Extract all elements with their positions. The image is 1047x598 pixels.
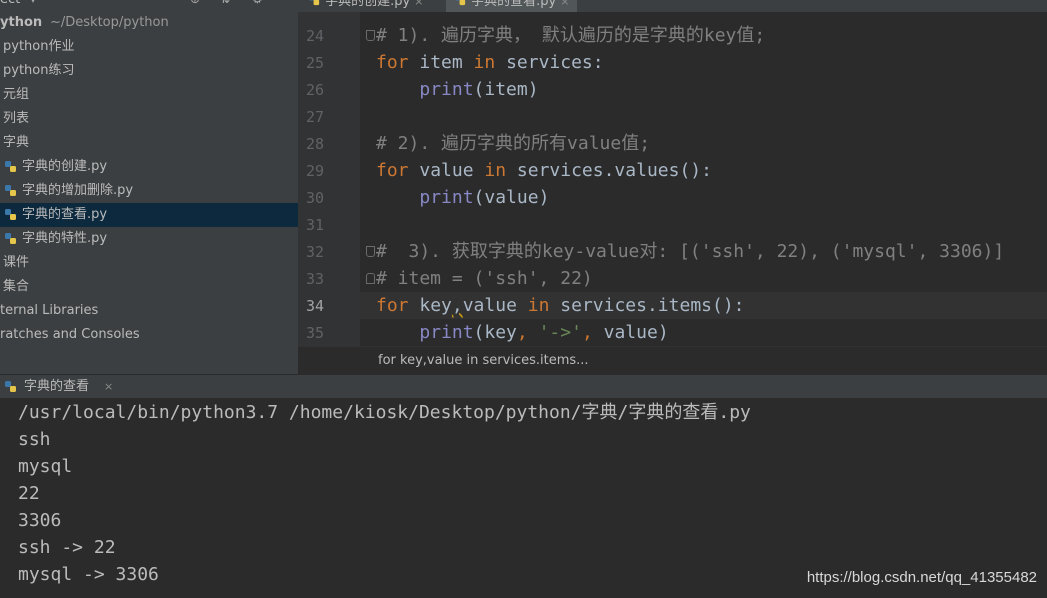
code-line: # 1). 遍历字典， 默认遍历的是字典的key值; [376, 25, 766, 46]
code-line: # 2). 遍历字典的所有value值; [376, 133, 651, 154]
fold-marker[interactable] [366, 246, 375, 257]
collapse-icon[interactable]: ⇅ [220, 0, 230, 6]
code-line: for value in services.values(): [376, 160, 712, 181]
tree-item-label: 字典的查看.py [22, 207, 108, 222]
tree-item-file[interactable]: 字典的创建.py [0, 155, 298, 179]
console-line: 3306 [18, 510, 62, 531]
project-root[interactable]: ython ~/Desktop/python [0, 11, 298, 35]
tree-item-label: 字典 [3, 135, 30, 150]
tree-item-folder[interactable]: python练习 [0, 59, 298, 83]
code-line: print(key, '->', value) [419, 322, 669, 343]
tree-item-label: ternal Libraries [0, 303, 99, 318]
line-number: 25 [305, 54, 324, 72]
tree-item-folder[interactable]: python作业 [0, 35, 298, 59]
fold-marker[interactable] [366, 30, 375, 41]
tree-item-label: 列表 [3, 111, 30, 126]
python-file-icon [455, 0, 466, 6]
locate-icon[interactable]: ⊕ [190, 0, 200, 6]
python-file-icon [5, 209, 16, 220]
tab-label: 字典的创建.py [325, 0, 411, 9]
code-line: # 3). 获取字典的key-value对: [('ssh', 22), ('m… [376, 241, 1005, 262]
tree-item-label: 元组 [3, 87, 30, 102]
console-line: mysql [18, 456, 73, 477]
project-dropdown[interactable]: ect [0, 0, 20, 7]
breadcrumb-text: for key,value in services.items... [378, 353, 589, 368]
line-number: 29 [305, 162, 324, 180]
tree-item-label: 字典的增加删除.py [22, 183, 134, 198]
line-number: 28 [305, 135, 324, 153]
run-tool-window-header: 字典的查看 × [0, 374, 1047, 399]
line-number-current: 34 [305, 297, 324, 315]
project-panel: ect ▾ ⊕ ⇅ ⚙ ython ~/Desktop/python pytho… [0, 0, 298, 374]
tab-dict-create[interactable]: 字典的创建.py × [308, 0, 423, 12]
line-number: 26 [305, 81, 324, 99]
editor-tab-bar: 字典的创建.py × 字典的查看.py × [298, 0, 1047, 12]
python-file-icon [5, 233, 16, 244]
console-line: mysql -> 3306 [18, 564, 159, 585]
tree-item-file-selected[interactable]: 字典的查看.py [0, 203, 298, 227]
python-file-icon [309, 0, 320, 6]
tree-item-folder[interactable]: 集合 [0, 275, 298, 299]
tree-item-external-libraries[interactable]: ternal Libraries [0, 299, 298, 323]
code-line: for item in services: [376, 52, 604, 73]
tree-item-label: ratches and Consoles [0, 327, 140, 342]
console-line: /usr/local/bin/python3.7 /home/kiosk/Des… [18, 402, 751, 423]
tree-item-folder[interactable]: 字典 [0, 131, 298, 155]
tree-item-folder[interactable]: 元组 [0, 83, 298, 107]
line-number: 31 [305, 216, 324, 234]
tree-item-label: 字典的特性.py [22, 231, 108, 246]
watermark: https://blog.csdn.net/qq_41355482 [806, 569, 1037, 586]
close-icon[interactable]: × [104, 375, 113, 399]
tab-dict-view[interactable]: 字典的查看.py × [446, 0, 578, 12]
project-root-path: ~/Desktop/python [50, 15, 169, 30]
run-console[interactable]: /usr/local/bin/python3.7 /home/kiosk/Des… [0, 398, 1047, 598]
run-tab-label: 字典的查看 [24, 379, 90, 394]
code-line: print(item) [419, 79, 539, 100]
python-file-icon [5, 185, 16, 196]
close-icon[interactable]: × [414, 0, 423, 8]
python-file-icon [5, 161, 16, 172]
tree-item-file[interactable]: 字典的特性.py [0, 227, 298, 251]
tree-item-label: 字典的创建.py [22, 159, 108, 174]
line-number: 27 [305, 108, 324, 126]
code-line: # item = ('ssh', 22) [376, 268, 593, 289]
code-line-current: for key,value in services.items(): [376, 295, 745, 316]
line-number: 35 [305, 324, 324, 342]
code-line: print(value) [419, 187, 550, 208]
tree-item-folder[interactable]: 列表 [0, 107, 298, 131]
line-number: 33 [305, 270, 324, 288]
console-line: ssh [18, 429, 51, 450]
fold-marker[interactable] [366, 273, 375, 284]
console-line: 22 [18, 483, 40, 504]
tree-item-label: python作业 [3, 39, 75, 54]
breadcrumb[interactable]: for key,value in services.items... [298, 346, 1047, 375]
tab-label: 字典的查看.py [471, 0, 557, 9]
project-root-name: ython [0, 15, 43, 30]
tree-item-file[interactable]: 字典的增加删除.py [0, 179, 298, 203]
close-icon[interactable]: × [560, 0, 569, 8]
tree-item-scratches[interactable]: ratches and Consoles [0, 323, 298, 347]
tree-item-label: python练习 [3, 63, 75, 78]
console-line: ssh -> 22 [18, 537, 116, 558]
chevron-down-icon[interactable]: ▾ [30, 0, 36, 6]
line-number: 24 [305, 27, 324, 45]
line-number: 32 [305, 243, 324, 261]
gear-icon[interactable]: ⚙ [252, 0, 263, 6]
tree-item-label: 课件 [3, 255, 30, 270]
line-number: 30 [305, 189, 324, 207]
python-run-icon [5, 381, 16, 392]
tree-item-label: 集合 [3, 279, 30, 294]
tree-item-folder[interactable]: 课件 [0, 251, 298, 275]
